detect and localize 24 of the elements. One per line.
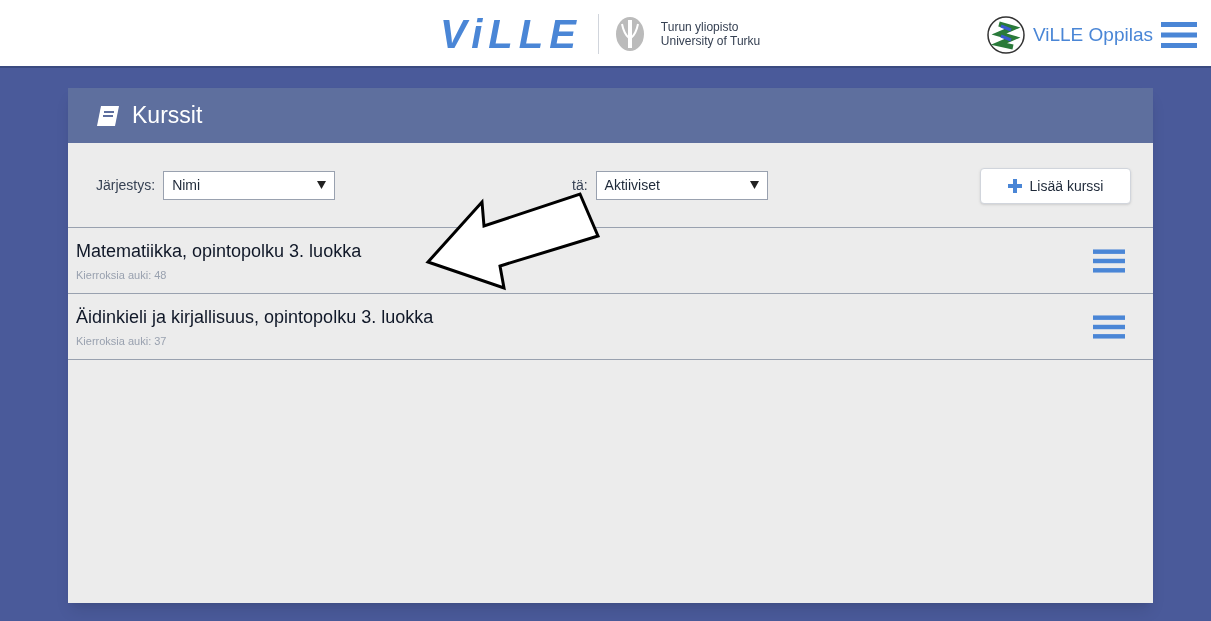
- card-title: Kurssit: [132, 101, 203, 131]
- university-name: University of Turku: [660, 34, 761, 48]
- course-menu-icon[interactable]: [1093, 313, 1125, 340]
- filter-dropdown[interactable]: Aktiiviset: [595, 170, 768, 200]
- university-emblem-icon: [614, 16, 645, 52]
- plus-icon: [1007, 179, 1022, 193]
- book-icon: [96, 104, 120, 127]
- course-info: Kierroksia auki: 48: [76, 267, 168, 283]
- course-info: Kierroksia auki: 37: [76, 333, 168, 349]
- filter-dropdown[interactable]: Nimi: [163, 170, 336, 200]
- filter-label: Järjestys:: [96, 175, 156, 195]
- course-row[interactable]: Äidinkieli ja kirjallisuus, opintopolku 3. luokka Kierroksia auki: 37: [68, 294, 1153, 360]
- course-name: Matematiikka, opintopolku 3. luokka: [76, 239, 362, 263]
- course-name: Äidinkieli ja kirjallisuus, opintopolku 3. luokka: [76, 305, 434, 329]
- avatar-icon[interactable]: [986, 16, 1025, 54]
- dropdown-arrow-icon: [317, 181, 327, 189]
- filter-label: tä:: [572, 175, 588, 195]
- course-menu-icon[interactable]: [1093, 247, 1125, 274]
- header-menu-icon[interactable]: [1161, 21, 1197, 49]
- dropdown-arrow-icon: [749, 181, 759, 189]
- user-name-link[interactable]: ViLLE Oppilas: [1032, 20, 1153, 50]
- university-name: Turun yliopisto: [660, 20, 740, 34]
- ville-logo: ViLLE: [440, 14, 582, 54]
- add-course-button[interactable]: Lisää kurssi: [980, 168, 1131, 204]
